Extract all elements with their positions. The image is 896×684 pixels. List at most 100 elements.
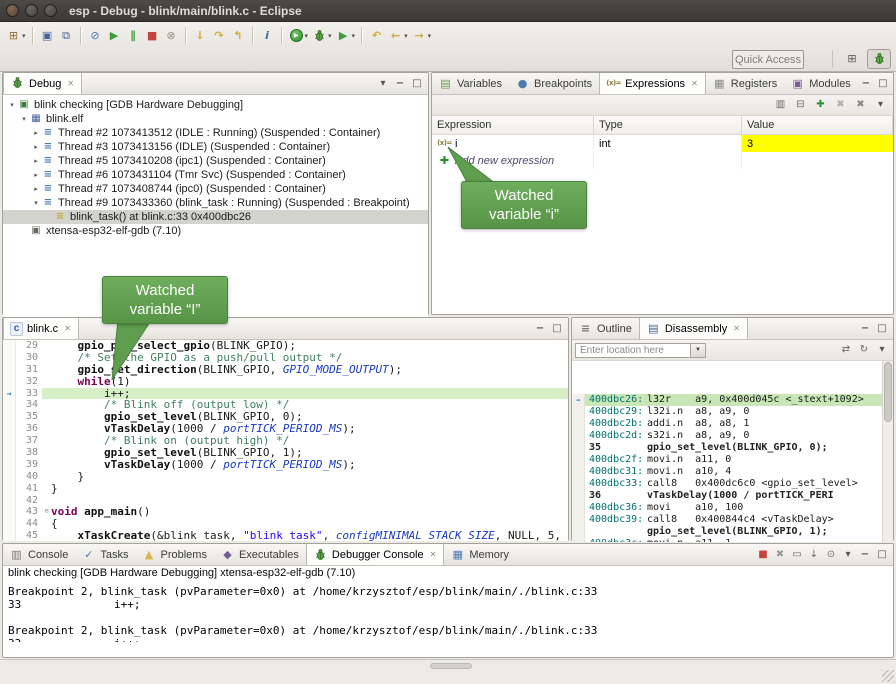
save-all-button[interactable]: ⧉ <box>57 25 76 47</box>
fold-icon[interactable]: ⊖ <box>42 506 51 518</box>
collapse-all-icon[interactable]: ⊟ <box>792 97 809 113</box>
debug-tree-item[interactable]: ▾≡Thread #9 1073433360 (blink_task : Run… <box>3 196 428 210</box>
code-line[interactable]: 42 <box>3 495 568 507</box>
window-close-button[interactable] <box>6 4 19 17</box>
disassembly-instruction[interactable]: 400dbc36:movi a10, 100 <box>572 502 893 514</box>
view-menu-icon[interactable]: ▾ <box>872 97 889 113</box>
expand-arrow-icon[interactable]: ▸ <box>31 143 41 151</box>
code-editor[interactable]: 29 gpio_pad_select_gpio(BLINK_GPIO);30 /… <box>3 340 568 541</box>
disassembly-instruction[interactable]: 400dbc33:call8 0x400dc6c0 <gpio_set_leve… <box>572 478 893 490</box>
disassembly-instruction[interactable]: 400dbc29:l32i.n a8, a9, 0 <box>572 406 893 418</box>
maximize-icon[interactable]: □ <box>549 321 565 337</box>
add-expression-icon[interactable]: ✚ <box>812 97 829 113</box>
disassembly-instruction[interactable]: 400dbc39:call8 0x400844c4 <vTaskDelay> <box>572 514 893 526</box>
close-icon[interactable]: ✕ <box>733 324 740 333</box>
expand-arrow-icon[interactable]: ▾ <box>31 199 41 207</box>
debug-tree-item[interactable]: ▸≡Thread #2 1073413512 (IDLE : Running) … <box>3 126 428 140</box>
scroll-lock-icon[interactable]: ↓ <box>806 547 822 563</box>
code-line[interactable]: 34 /* Blink off (output low) */ <box>3 399 568 411</box>
sync-context-icon[interactable]: ⇄ <box>838 342 854 358</box>
window-maximize-button[interactable] <box>44 4 57 17</box>
code-line[interactable]: 36 vTaskDelay(1000 / portTICK_PERIOD_MS)… <box>3 423 568 435</box>
expand-arrow-icon[interactable]: ▸ <box>31 157 41 165</box>
tab-expressions[interactable]: (x)=Expressions✕ <box>599 73 706 94</box>
remove-launch-icon[interactable]: ✖ <box>772 547 788 563</box>
column-type[interactable]: Type <box>594 116 742 134</box>
disassembly-instruction[interactable]: 400dbc2d:s32i.n a8, a9, 0 <box>572 430 893 442</box>
disassembly-instruction[interactable]: 400dbc2b:addi.n a8, a8, 1 <box>572 418 893 430</box>
step-into-button[interactable]: ↓ <box>191 25 210 47</box>
minimize-icon[interactable]: − <box>857 321 873 337</box>
refresh-icon[interactable]: ↻ <box>856 342 872 358</box>
forward-button[interactable]: →▾ <box>410 25 434 47</box>
chevron-down-icon[interactable]: ▾ <box>428 32 432 40</box>
view-menu-icon[interactable]: ▾ <box>840 547 856 563</box>
maximize-icon[interactable]: □ <box>409 76 425 92</box>
expand-arrow-icon[interactable]: ▾ <box>7 101 17 109</box>
tab-debug[interactable]: Debug ✕ <box>3 73 82 94</box>
debug-tree-item[interactable]: ≡blink_task() at blink.c:33 0x400dbc26 <box>3 210 428 224</box>
expand-arrow-icon[interactable]: ▸ <box>31 171 41 179</box>
tab-tasks[interactable]: ✓Tasks <box>75 544 135 565</box>
code-line[interactable]: 43⊖void app_main() <box>3 506 568 518</box>
maximize-icon[interactable]: □ <box>875 76 891 92</box>
code-line[interactable]: 32 while(1) <box>3 376 568 388</box>
clear-console-icon[interactable]: ▭ <box>789 547 805 563</box>
window-resize-grip[interactable] <box>882 670 894 682</box>
debug-tree-item[interactable]: ▸≡Thread #3 1073413156 (IDLE) (Suspended… <box>3 140 428 154</box>
code-line[interactable]: 31 gpio_set_direction(BLINK_GPIO, GPIO_M… <box>3 364 568 376</box>
column-value[interactable]: Value <box>742 116 893 134</box>
column-expression[interactable]: Expression <box>432 116 594 134</box>
disassembly-scrollbar[interactable] <box>882 361 893 542</box>
tab-outline[interactable]: ≡Outline <box>572 318 639 339</box>
minimize-icon[interactable]: − <box>857 547 873 563</box>
remove-all-expressions-icon[interactable]: ✖ <box>852 97 869 113</box>
back-button[interactable]: ←▾ <box>386 25 410 47</box>
code-line[interactable]: →33 i++; <box>3 388 568 400</box>
tab-registers[interactable]: ▦Registers <box>706 73 784 94</box>
maximize-icon[interactable]: □ <box>874 321 890 337</box>
code-line[interactable]: 40 } <box>3 471 568 483</box>
disassembly-instruction[interactable]: →400dbc26:l32r a9, 0x400d045c <_stext+10… <box>572 394 893 406</box>
chevron-down-icon[interactable]: ▾ <box>305 32 309 40</box>
step-over-button[interactable]: ↷ <box>210 25 229 47</box>
suspend-button[interactable]: ∥ <box>124 25 143 47</box>
code-line[interactable]: 29 gpio_pad_select_gpio(BLINK_GPIO); <box>3 340 568 352</box>
debug-tree-item[interactable]: ▾▦blink.elf <box>3 112 428 126</box>
minimize-icon[interactable]: − <box>392 76 408 92</box>
quick-access-button[interactable]: Quick Access <box>732 50 804 69</box>
tab-memory[interactable]: ▦Memory <box>444 544 516 565</box>
expand-arrow-icon[interactable]: ▾ <box>19 115 29 123</box>
debug-tree-item[interactable]: ▾▣blink checking [GDB Hardware Debugging… <box>3 98 428 112</box>
code-line[interactable]: 30 /* Set the GPIO as a push/pull output… <box>3 352 568 364</box>
tab-disassembly[interactable]: ▤Disassembly✕ <box>639 318 748 339</box>
code-line[interactable]: 35 gpio_set_level(BLINK_GPIO, 0); <box>3 411 568 423</box>
debug-tree-item[interactable]: ▣xtensa-esp32-elf-gdb (7.10) <box>3 224 428 238</box>
location-dropdown-icon[interactable]: ▼ <box>691 343 706 358</box>
step-return-button[interactable]: ↰ <box>229 25 248 47</box>
skip-breakpoints-button[interactable]: ⊘ <box>86 25 105 47</box>
code-line[interactable]: 38 gpio_set_level(BLINK_GPIO, 1); <box>3 447 568 459</box>
tab-executables[interactable]: ◆Executables <box>214 544 306 565</box>
debug-tree-item[interactable]: ▸≡Thread #5 1073410208 (ipc1) (Suspended… <box>3 154 428 168</box>
disassembly-source-line[interactable]: gpio_set_level(BLINK_GPIO, 1); <box>572 526 893 538</box>
tab-debugger-console[interactable]: Debugger Console✕ <box>306 544 444 565</box>
terminate-button[interactable]: ■ <box>143 25 162 47</box>
pin-console-icon[interactable]: ⊙ <box>823 547 839 563</box>
minimize-icon[interactable]: − <box>532 321 548 337</box>
chevron-down-icon[interactable]: ▾ <box>22 32 26 40</box>
tab-problems[interactable]: ▲Problems <box>135 544 213 565</box>
chevron-down-icon[interactable]: ▾ <box>328 32 332 40</box>
code-line[interactable]: 44{ <box>3 518 568 530</box>
minimize-icon[interactable]: − <box>858 76 874 92</box>
tab-breakpoints[interactable]: ●Breakpoints <box>509 73 599 94</box>
new-wizard-button[interactable]: ⊞▾ <box>4 25 28 47</box>
open-perspective-button[interactable]: ⊞ <box>840 49 864 69</box>
location-input[interactable]: Enter location here <box>575 343 691 358</box>
chevron-down-icon[interactable]: ▾ <box>352 32 356 40</box>
debug-tree-item[interactable]: ▸≡Thread #6 1073431104 (Tmr Svc) (Suspen… <box>3 168 428 182</box>
disassembly-listing[interactable]: →400dbc26:l32r a9, 0x400d045c <_stext+10… <box>572 361 893 542</box>
close-icon[interactable]: ✕ <box>64 324 71 333</box>
debug-perspective-button[interactable] <box>867 49 891 69</box>
disassembly-source-line[interactable]: 36vTaskDelay(1000 / portTICK_PERI <box>572 490 893 502</box>
